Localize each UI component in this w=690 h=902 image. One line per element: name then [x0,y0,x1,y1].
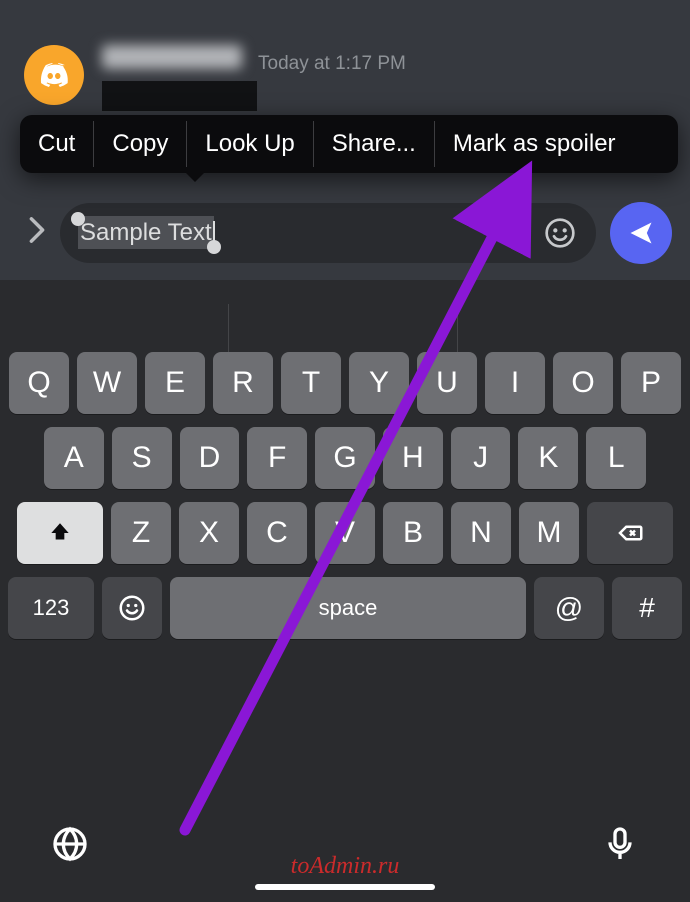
ios-keyboard: QWERTYUIOP ASDFGHJKL ZXCVBNM 123 space @… [0,280,690,902]
smile-icon [544,217,576,249]
key-l[interactable]: L [586,427,646,489]
numbers-key[interactable]: 123 [8,577,94,639]
globe-icon [50,824,90,864]
message-body-redacted [102,81,257,111]
dictation-key[interactable] [600,824,640,869]
key-u[interactable]: U [417,352,477,414]
key-x[interactable]: X [179,502,239,564]
message-row: Today at 1:17 PM [0,45,690,111]
context-mark-spoiler[interactable]: Mark as spoiler [435,115,634,173]
key-k[interactable]: K [518,427,578,489]
key-m[interactable]: M [519,502,579,564]
backspace-icon [615,518,645,548]
expand-input-button[interactable] [28,216,46,251]
key-v[interactable]: V [315,502,375,564]
home-indicator[interactable] [255,884,435,890]
key-t[interactable]: T [281,352,341,414]
key-h[interactable]: H [383,427,443,489]
space-key[interactable]: space [170,577,526,639]
key-c[interactable]: C [247,502,307,564]
key-g[interactable]: G [315,427,375,489]
key-f[interactable]: F [247,427,307,489]
message-input[interactable]: Sample Text [60,203,596,263]
context-cut[interactable]: Cut [20,115,93,173]
chevron-right-icon [28,216,46,244]
send-icon [627,219,655,247]
username-redacted [102,45,242,69]
discord-logo-icon [36,57,72,93]
context-copy[interactable]: Copy [94,115,186,173]
key-e[interactable]: E [145,352,205,414]
key-j[interactable]: J [451,427,511,489]
key-a[interactable]: A [44,427,104,489]
context-share[interactable]: Share... [314,115,434,173]
smile-icon [117,593,147,623]
shift-key[interactable] [17,502,103,564]
avatar[interactable] [24,45,84,105]
message-timestamp: Today at 1:17 PM [258,53,406,75]
emoji-keyboard-key[interactable] [102,577,162,639]
key-z[interactable]: Z [111,502,171,564]
selection-handle-end[interactable] [207,240,221,254]
key-s[interactable]: S [112,427,172,489]
key-y[interactable]: Y [349,352,409,414]
microphone-icon [600,824,640,864]
emoji-picker-button[interactable] [544,217,576,249]
hash-key[interactable]: # [612,577,682,639]
backspace-key[interactable] [587,502,673,564]
key-p[interactable]: P [621,352,681,414]
key-d[interactable]: D [180,427,240,489]
message-input-text: Sample Text [78,216,214,249]
key-o[interactable]: O [553,352,613,414]
key-i[interactable]: I [485,352,545,414]
key-w[interactable]: W [77,352,137,414]
text-context-menu: Cut Copy Look Up Share... Mark as spoile… [20,115,678,173]
send-button[interactable] [610,202,672,264]
key-r[interactable]: R [213,352,273,414]
shift-icon [47,520,73,546]
context-lookup[interactable]: Look Up [187,115,312,173]
key-q[interactable]: Q [9,352,69,414]
at-key[interactable]: @ [534,577,604,639]
key-n[interactable]: N [451,502,511,564]
selection-handle-start[interactable] [71,212,85,226]
globe-key[interactable] [50,824,90,869]
key-b[interactable]: B [383,502,443,564]
keyboard-suggestion-bar[interactable] [0,292,690,352]
